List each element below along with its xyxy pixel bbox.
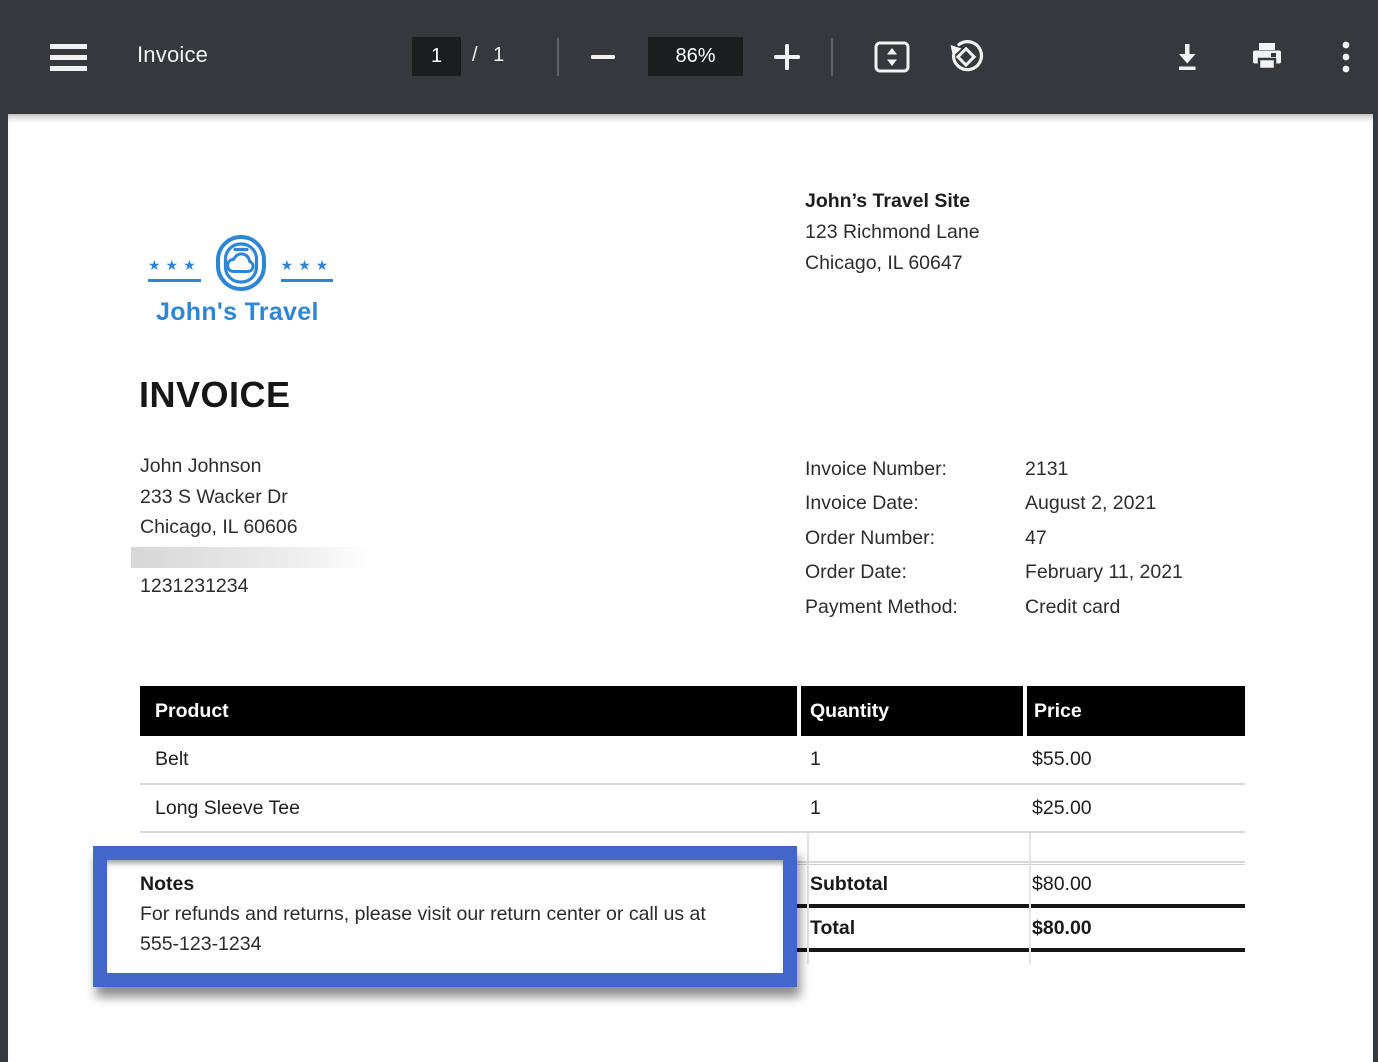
stars-left-icon: ★★★	[148, 258, 201, 282]
toolbar-divider	[831, 38, 833, 76]
detail-row: Payment Method: Credit card	[805, 590, 1183, 625]
column-separator	[807, 833, 809, 964]
notes-highlight-box: Notes For refunds and returns, please vi…	[93, 846, 797, 987]
detail-row: Order Number: 47	[805, 521, 1183, 556]
rotate-counterclockwise-button[interactable]	[940, 36, 992, 78]
menu-button[interactable]	[42, 38, 94, 76]
toolbar-divider	[557, 38, 559, 76]
header-price: Price	[1027, 686, 1245, 736]
pdf-page: ★★★ ★★★ John's Travel John’s Travel Site…	[8, 114, 1373, 1062]
pdf-viewer-toolbar: Invoice 1 / 1 86%	[0, 0, 1378, 114]
document-title: Invoice	[137, 42, 208, 68]
rotate-ccw-icon	[947, 38, 985, 76]
plus-icon	[774, 44, 800, 70]
download-button[interactable]	[1163, 36, 1211, 78]
column-separator	[1029, 833, 1031, 964]
redacted-email-bar	[131, 547, 372, 568]
invoice-details: Invoice Number: 2131 Invoice Date: Augus…	[805, 452, 1183, 625]
cell-quantity: 1	[810, 748, 1032, 771]
cell-price: $25.00	[1032, 797, 1245, 820]
detail-label: Invoice Number:	[805, 458, 1025, 481]
table-row: Long Sleeve Tee 1 $25.00	[140, 785, 1245, 833]
detail-value: Credit card	[1025, 596, 1120, 619]
cell-quantity: 1	[810, 797, 1032, 820]
notes-text-line2: 555-123-1234	[140, 929, 763, 959]
company-address-block: John’s Travel Site 123 Richmond Lane Chi…	[805, 186, 980, 279]
header-quantity: Quantity	[801, 686, 1023, 736]
header-product: Product	[140, 686, 797, 736]
fit-page-icon	[874, 41, 910, 73]
viewer-background-right	[1373, 114, 1378, 1062]
items-table-header: Product Quantity Price	[140, 686, 1245, 736]
notes-content: Notes For refunds and returns, please vi…	[107, 860, 783, 973]
stars-right-icon: ★★★	[281, 258, 334, 282]
print-button[interactable]	[1243, 36, 1291, 78]
detail-label: Order Number:	[805, 527, 1025, 550]
table-row: Belt 1 $55.00	[140, 736, 1245, 785]
notes-title: Notes	[140, 869, 763, 899]
detail-label: Payment Method:	[805, 596, 1025, 619]
company-name: John’s Travel Site	[805, 186, 980, 217]
zoom-level-display: 86%	[648, 37, 743, 76]
hamburger-icon	[50, 44, 87, 71]
zoom-in-button[interactable]	[763, 38, 811, 76]
print-icon	[1251, 42, 1283, 72]
detail-row: Invoice Number: 2131	[805, 452, 1183, 487]
viewer-background-left	[0, 114, 8, 1062]
customer-name: John Johnson	[140, 451, 298, 482]
detail-label: Order Date:	[805, 561, 1025, 584]
minus-icon	[591, 55, 615, 59]
detail-value: February 11, 2021	[1025, 561, 1183, 584]
detail-label: Invoice Date:	[805, 492, 1025, 515]
page-number-input[interactable]: 1	[412, 37, 461, 76]
zoom-out-button[interactable]	[580, 38, 626, 76]
cell-price: $55.00	[1032, 748, 1245, 771]
detail-value: August 2, 2021	[1025, 492, 1156, 515]
download-icon	[1172, 42, 1202, 72]
total-value: $80.00	[1032, 917, 1245, 940]
more-options-button[interactable]	[1326, 36, 1366, 78]
detail-value: 47	[1025, 527, 1047, 550]
fit-to-page-button[interactable]	[866, 36, 918, 78]
cell-product: Long Sleeve Tee	[140, 797, 810, 820]
detail-row: Invoice Date: August 2, 2021	[805, 487, 1183, 522]
notes-text-line1: For refunds and returns, please visit ou…	[140, 899, 763, 929]
items-table-body: Belt 1 $55.00 Long Sleeve Tee 1 $25.00	[140, 736, 1245, 863]
cell-product: Belt	[140, 748, 810, 771]
total-label: Total	[810, 917, 1032, 940]
detail-value: 2131	[1025, 458, 1068, 481]
subtotal-value: $80.00	[1032, 873, 1245, 896]
invoice-heading: INVOICE	[139, 374, 291, 416]
company-address-line1: 123 Richmond Lane	[805, 217, 980, 248]
customer-phone: 1231231234	[140, 575, 248, 598]
logo-text: John's Travel	[156, 298, 319, 327]
customer-address-line1: 233 S Wacker Dr	[140, 482, 298, 513]
page-count-label: / 1	[472, 44, 504, 67]
customer-address-line2: Chicago, IL 60606	[140, 512, 298, 543]
airplane-window-icon	[215, 234, 267, 292]
detail-row: Order Date: February 11, 2021	[805, 556, 1183, 591]
kebab-menu-icon	[1342, 41, 1350, 73]
logo: ★★★ ★★★	[148, 234, 333, 292]
customer-block: John Johnson 233 S Wacker Dr Chicago, IL…	[140, 451, 298, 543]
company-address-line2: Chicago, IL 60647	[805, 248, 980, 279]
subtotal-label: Subtotal	[810, 873, 1032, 896]
